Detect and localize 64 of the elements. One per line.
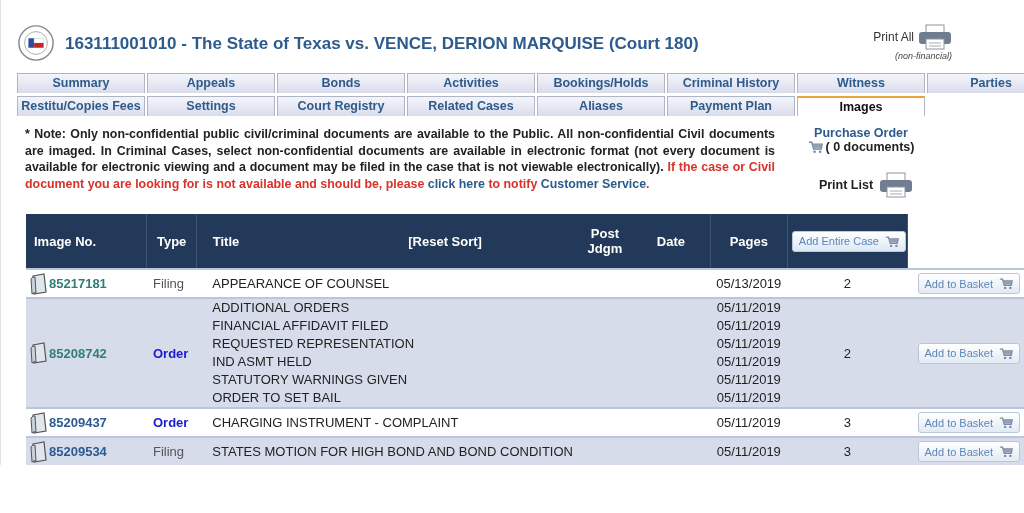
print-all-link[interactable]: Print All <box>873 30 914 44</box>
title-text: ADDITIONAL ORDERS <box>212 299 351 317</box>
add-to-basket-button[interactable]: Add to Basket <box>917 273 1020 294</box>
tab[interactable]: Summary <box>17 73 145 93</box>
print-note: (non-financial) <box>894 51 952 61</box>
tab[interactable]: Court Registry <box>277 96 405 116</box>
tab[interactable]: Payment Plan <box>667 96 795 116</box>
title-text: ORDER TO SET BAIL <box>212 389 342 407</box>
text-link[interactable]: click here <box>427 176 485 191</box>
date-text: 05/13/2019 <box>716 274 782 293</box>
print-list-link[interactable]: Print List <box>818 178 874 192</box>
tab[interactable]: Restitu/Copies Fees <box>17 96 145 116</box>
type-text: Order <box>153 345 189 361</box>
date-text: 05/11/2019 <box>716 413 782 432</box>
type-text: Filing <box>153 444 185 459</box>
date-text: 05/11/2019 <box>716 353 782 371</box>
purchase-order-link[interactable]: Purchase Order <box>814 126 908 140</box>
title-text: CHARGING INSTRUMENT - COMPLAINT <box>212 413 460 432</box>
tab[interactable]: Criminal History <box>667 73 795 93</box>
title-text: STATES MOTION FOR HIGH BOND AND BOND CONDITION <box>212 442 574 461</box>
column-header: Title <box>212 233 240 249</box>
tab[interactable]: Activities <box>407 73 535 93</box>
column-header: Type <box>156 233 187 249</box>
pages-text: 3 <box>843 415 852 430</box>
pages-text: 3 <box>843 444 852 459</box>
reset-sort-link[interactable]: [Reset Sort] <box>408 233 482 249</box>
title-text: REQUESTED REPRESENTATION <box>212 335 416 353</box>
type-text: Filing <box>153 276 185 291</box>
tab[interactable]: Settings <box>147 96 275 116</box>
tab[interactable]: Parties <box>927 73 1024 93</box>
image-number-link[interactable]: 85209437 <box>49 415 107 430</box>
date-text: 05/11/2019 <box>716 335 782 353</box>
column-header: Image No. <box>34 233 97 249</box>
tab[interactable]: Bonds <box>277 73 405 93</box>
pages-text: 2 <box>843 276 852 291</box>
date-text: 05/11/2019 <box>716 389 782 407</box>
column-header: Pages <box>729 233 768 249</box>
date-text: 05/11/2019 <box>716 299 782 317</box>
image-number-link[interactable]: 85208742 <box>49 345 107 361</box>
date-text: 05/11/2019 <box>716 371 782 389</box>
title-text: STATUTORY WARNINGS GIVEN <box>212 371 409 389</box>
add-to-basket-button[interactable]: Add to Basket <box>917 412 1020 433</box>
tab[interactable]: Bookings/Holds <box>537 73 665 93</box>
tab[interactable]: Witness <box>797 73 925 93</box>
date-text: 05/11/2019 <box>716 317 782 335</box>
tab[interactable]: Appeals <box>147 73 275 93</box>
date-text: 05/11/2019 <box>716 442 782 461</box>
image-number-link[interactable]: 85217181 <box>49 276 107 291</box>
type-text: Order <box>153 415 189 430</box>
tab[interactable]: Images <box>797 96 925 116</box>
title-text: APPEARANCE OF COUNSEL <box>212 274 391 293</box>
case-title: 163111001010 - The State of Texas vs. VENCE, DERION MARQUISE (Court 180) <box>65 34 700 54</box>
add-to-basket-button[interactable]: Add to Basket <box>917 342 1020 364</box>
add-entire-case-button[interactable]: Add Entire Case <box>791 230 906 252</box>
document-count: ( 0 documents) <box>825 140 915 154</box>
tab[interactable]: Aliases <box>537 96 665 116</box>
add-to-basket-button[interactable]: Add to Basket <box>917 441 1020 462</box>
note-text: * Note: Only non-confidential public civil/criminal documents are available to the Public. All non-confidential Civil documents are imaged. In Criminal Cases, select non-confidential documents are available in electronic format (not every document is available for electronic viewing and a document may be filed in the case that is not viewable electronically). If the case or Civil document you are looking for is not available and should be, please click here to notify Customer Service. <box>25 126 775 193</box>
pages-text: 2 <box>843 345 852 361</box>
tab[interactable]: Related Cases <box>407 96 535 116</box>
title-text: IND ASMT HELD <box>212 353 313 371</box>
column-header: Date <box>656 233 685 249</box>
column-header: Post Jdgm <box>587 226 623 256</box>
title-text: FINANCIAL AFFIDAVIT FILED <box>212 317 390 335</box>
